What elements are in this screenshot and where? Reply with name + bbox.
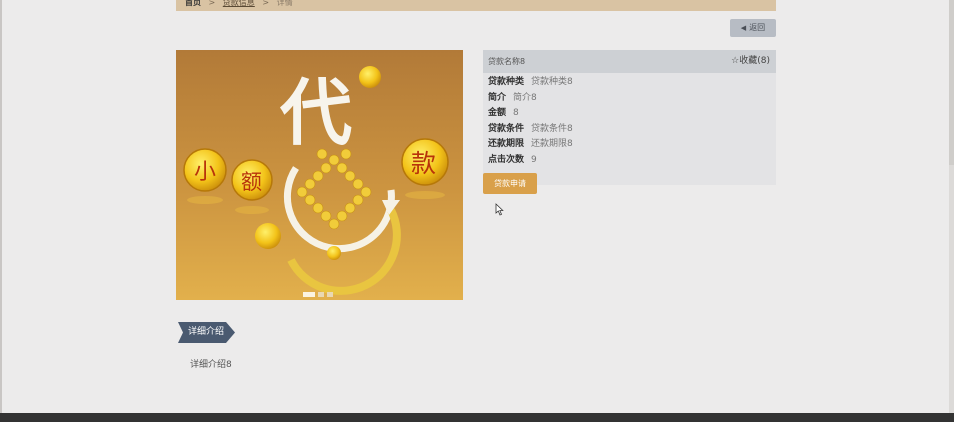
detail-row-conditions: 贷款条件 贷款条件8 [483, 122, 776, 138]
loan-detail-list: 贷款种类 贷款种类8 简介 简介8 金额 8 贷款条件 贷款条件8 还款期限 还款期限8 … [483, 73, 776, 185]
loan-name: 贷款名称8 [488, 57, 526, 66]
detail-value: 9 [531, 154, 537, 165]
detail-row-summary: 简介 简介8 [483, 91, 776, 107]
detail-key: 简介 [488, 92, 507, 103]
breadcrumb: 首页 > 贷款信息 > 详情 [176, 0, 776, 11]
image-coin-text-small: 小 [194, 160, 216, 185]
detail-value: 还款期限8 [531, 139, 573, 149]
detail-row-clicks: 点击次数 9 [483, 153, 776, 169]
detail-value: 贷款种类8 [531, 77, 573, 87]
breadcrumb-current: 详情 [276, 0, 293, 7]
detail-row-amount: 金额 8 [483, 106, 776, 122]
page-footer [0, 413, 954, 422]
carousel-dot[interactable] [327, 292, 333, 297]
back-button-label: 返回 [749, 23, 766, 32]
breadcrumb-separator: > [208, 0, 216, 7]
tab-detail-intro-label: 详细介绍 [188, 327, 225, 337]
carousel-dot[interactable] [318, 292, 324, 297]
detail-row-type: 贷款种类 贷款种类8 [483, 75, 776, 91]
scrollbar-thumb[interactable] [949, 0, 954, 165]
breadcrumb-home-link[interactable]: 首页 [185, 0, 201, 7]
loan-detail-panel: 贷款名称8 ☆收藏(8) 贷款种类 贷款种类8 简介 简介8 金额 8 贷款条件 贷款条… [483, 50, 776, 185]
image-coin-text-loan: 款 [411, 149, 436, 178]
detail-key: 点击次数 [488, 154, 525, 165]
back-button[interactable]: ◀ 返回 [730, 19, 776, 37]
product-image-carousel[interactable]: 代 小 额 款 [176, 50, 463, 300]
image-text-top: 代 [279, 71, 352, 155]
breadcrumb-separator: > [262, 0, 270, 7]
detail-key: 贷款种类 [488, 77, 525, 87]
detail-value: 贷款条件8 [531, 123, 573, 134]
favorite-button[interactable]: ☆收藏(8) [731, 50, 770, 73]
detail-key: 还款期限 [488, 139, 525, 149]
detail-key: 贷款条件 [488, 123, 525, 134]
loan-detail-header: 贷款名称8 ☆收藏(8) [483, 50, 776, 73]
image-coin-text-amount: 额 [241, 170, 262, 194]
mouse-cursor-icon [495, 203, 504, 216]
apply-loan-button[interactable]: 贷款申请 [483, 173, 537, 194]
window-left-edge [0, 0, 2, 422]
detail-value: 简介8 [513, 92, 537, 103]
detail-row-repayment: 还款期限 还款期限8 [483, 137, 776, 153]
detail-intro-text: 详细介绍8 [190, 360, 232, 370]
carousel-dots [303, 292, 336, 297]
breadcrumb-loan-info-link[interactable]: 贷款信息 [223, 0, 255, 7]
carousel-dot-active[interactable] [303, 292, 315, 297]
tab-detail-intro[interactable]: 详细介绍 [178, 322, 235, 343]
detail-key: 金额 [488, 108, 507, 118]
loan-banner-image: 代 小 额 款 [176, 50, 463, 300]
detail-value: 8 [513, 108, 519, 118]
caret-left-icon: ◀ [740, 24, 747, 32]
